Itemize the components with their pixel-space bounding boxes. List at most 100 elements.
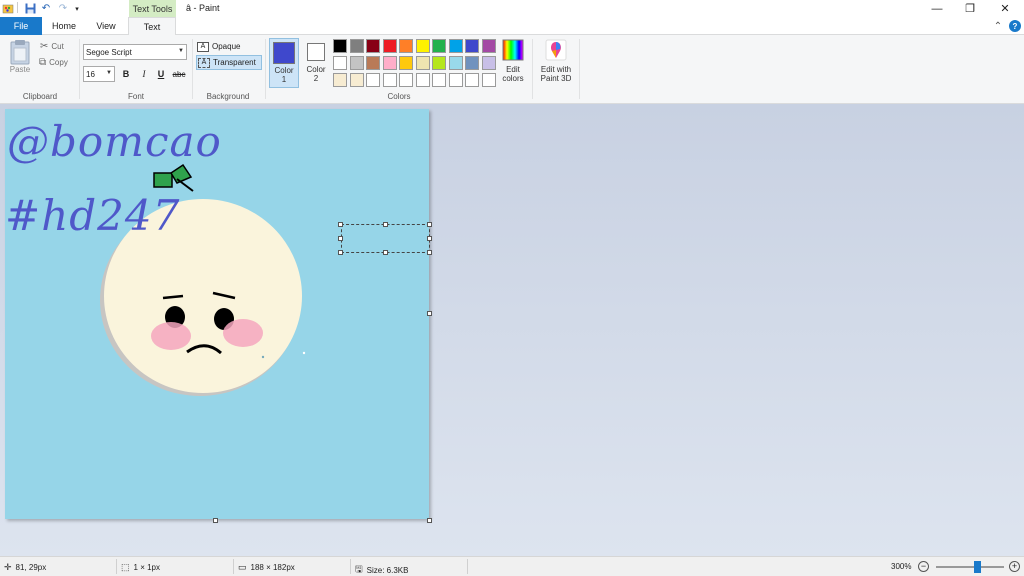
palette-swatch[interactable] [382, 73, 397, 87]
palette-swatch[interactable] [481, 39, 496, 53]
palette-swatch[interactable] [448, 39, 463, 53]
palette-swatch[interactable] [465, 56, 479, 70]
palette-swatch[interactable] [349, 56, 364, 70]
cursor-position: ✛ 81, 29px [4, 562, 46, 573]
palette-swatch[interactable] [481, 73, 496, 87]
palette-swatch[interactable] [366, 39, 380, 53]
zoom-slider-thumb[interactable] [973, 561, 981, 573]
font-group-label: Font [127, 92, 144, 101]
tab-home[interactable]: Home [42, 17, 86, 35]
text-selection-box[interactable] [341, 224, 430, 253]
color-2-button[interactable]: Color 2 [301, 38, 331, 88]
selection-handle[interactable] [338, 250, 343, 255]
selection-handle[interactable] [427, 222, 432, 227]
paint-app-icon[interactable] [2, 2, 14, 15]
save-icon[interactable] [24, 2, 36, 15]
palette-swatch[interactable] [432, 39, 446, 53]
canvas-resize-handle-corner[interactable] [427, 518, 432, 523]
palette-swatch[interactable] [448, 73, 463, 87]
selection-size: ⬚ 1 × 1px [121, 562, 160, 573]
tab-file[interactable]: File [0, 17, 42, 35]
font-family-dropdown[interactable]: Segoe Script ▼ [83, 44, 187, 60]
edit-colors-label-2: colors [502, 74, 524, 83]
palette-swatch[interactable] [349, 73, 364, 87]
cursor-position-value: 81, 29px [15, 563, 47, 572]
palette-swatch[interactable] [432, 73, 446, 87]
palette-swatch[interactable] [415, 73, 430, 87]
paste-label: Paste [9, 65, 31, 74]
restore-button[interactable]: ❐ [953, 0, 987, 17]
palette-swatch[interactable] [465, 39, 479, 53]
palette-swatch[interactable] [432, 56, 446, 70]
selection-handle[interactable] [383, 250, 388, 255]
palette-swatch[interactable] [382, 39, 397, 53]
zoom-out-button[interactable]: − [918, 561, 929, 572]
copy-button[interactable]: ⧉ Copy [39, 57, 68, 68]
font-size-dropdown[interactable]: 16 ▼ [83, 66, 115, 82]
edit-with-paint3d-button[interactable]: Edit with Paint 3D [536, 39, 576, 83]
selection-handle[interactable] [427, 236, 432, 241]
color-1-button[interactable]: Color 1 [269, 38, 299, 88]
file-size-value: Size: 6.3KB [366, 565, 409, 575]
cut-button[interactable]: ✂ Cut [40, 41, 64, 52]
palette-swatch[interactable] [333, 56, 347, 70]
palette-swatch[interactable] [399, 73, 413, 87]
canvas-resize-handle-right[interactable] [427, 311, 432, 316]
bold-button[interactable]: B [119, 67, 133, 81]
selection-handle[interactable] [338, 222, 343, 227]
group-divider [579, 39, 580, 99]
transparent-option[interactable]: A Transparent [196, 55, 262, 70]
palette-swatch[interactable] [481, 56, 496, 70]
zoom-slider-track[interactable] [936, 566, 1004, 568]
selection-handle[interactable] [338, 236, 343, 241]
help-icon[interactable]: ? [1007, 18, 1023, 34]
opaque-option[interactable]: A Opaque [196, 39, 262, 54]
strikethrough-button[interactable]: abc [171, 67, 187, 81]
palette-swatch[interactable] [415, 56, 430, 70]
selection-handle[interactable] [383, 222, 388, 227]
font-family-value: Segoe Script [86, 47, 132, 57]
chevron-down-icon: ▼ [106, 70, 112, 76]
palette-swatch[interactable] [465, 73, 479, 87]
tab-text[interactable]: Text [128, 17, 176, 36]
zoom-level: 300% [891, 562, 911, 571]
customize-quick-access-icon[interactable]: ▾ [72, 2, 82, 15]
collapse-ribbon-icon[interactable]: ⌃ [990, 18, 1006, 34]
zoom-level-value: 300% [891, 562, 912, 571]
palette-swatch[interactable] [415, 39, 430, 53]
edit-colors-button[interactable]: Edit colors [499, 39, 527, 83]
minimize-button[interactable]: — [920, 0, 954, 17]
palette-swatch[interactable] [333, 73, 347, 87]
tab-view[interactable]: View [86, 17, 126, 35]
palette-swatch[interactable] [349, 39, 364, 53]
palette-swatch[interactable] [366, 56, 380, 70]
palette-swatch[interactable] [333, 39, 347, 53]
undo-icon[interactable]: ↶ [40, 2, 52, 15]
transparent-icon: A [198, 57, 210, 68]
zoom-in-button[interactable]: + [1009, 561, 1020, 572]
copy-label: Copy [49, 58, 68, 67]
canvas-workspace[interactable]: @bomcao #hd247 [0, 104, 1024, 556]
drawing-canvas[interactable]: @bomcao #hd247 [5, 109, 429, 519]
selection-handle[interactable] [427, 250, 432, 255]
status-divider [116, 559, 117, 574]
paste-button[interactable]: Paste [6, 39, 34, 74]
underline-button[interactable]: U [154, 67, 168, 81]
close-button[interactable]: ✕ [988, 0, 1022, 17]
paste-icon [10, 40, 30, 65]
window-title: â - Paint [186, 3, 220, 13]
canvas-resize-handle-bottom[interactable] [213, 518, 218, 523]
italic-button[interactable]: I [137, 67, 151, 81]
paint3d-label-1: Edit with [540, 65, 572, 74]
palette-swatch[interactable] [399, 56, 413, 70]
palette-swatch[interactable] [382, 56, 397, 70]
title-bar: ↶ ↷ ▾ Text Tools â - Paint — ❐ ✕ [0, 0, 1024, 17]
palette-swatch[interactable] [366, 73, 380, 87]
cut-label: Cut [51, 42, 64, 51]
redo-icon[interactable]: ↷ [57, 2, 69, 15]
image-size-value: 188 × 182px [250, 563, 295, 572]
palette-swatch[interactable] [448, 56, 463, 70]
color-1-number: 1 [281, 75, 287, 84]
image-size: ▭ 188 × 182px [238, 562, 295, 573]
palette-swatch[interactable] [399, 39, 413, 53]
